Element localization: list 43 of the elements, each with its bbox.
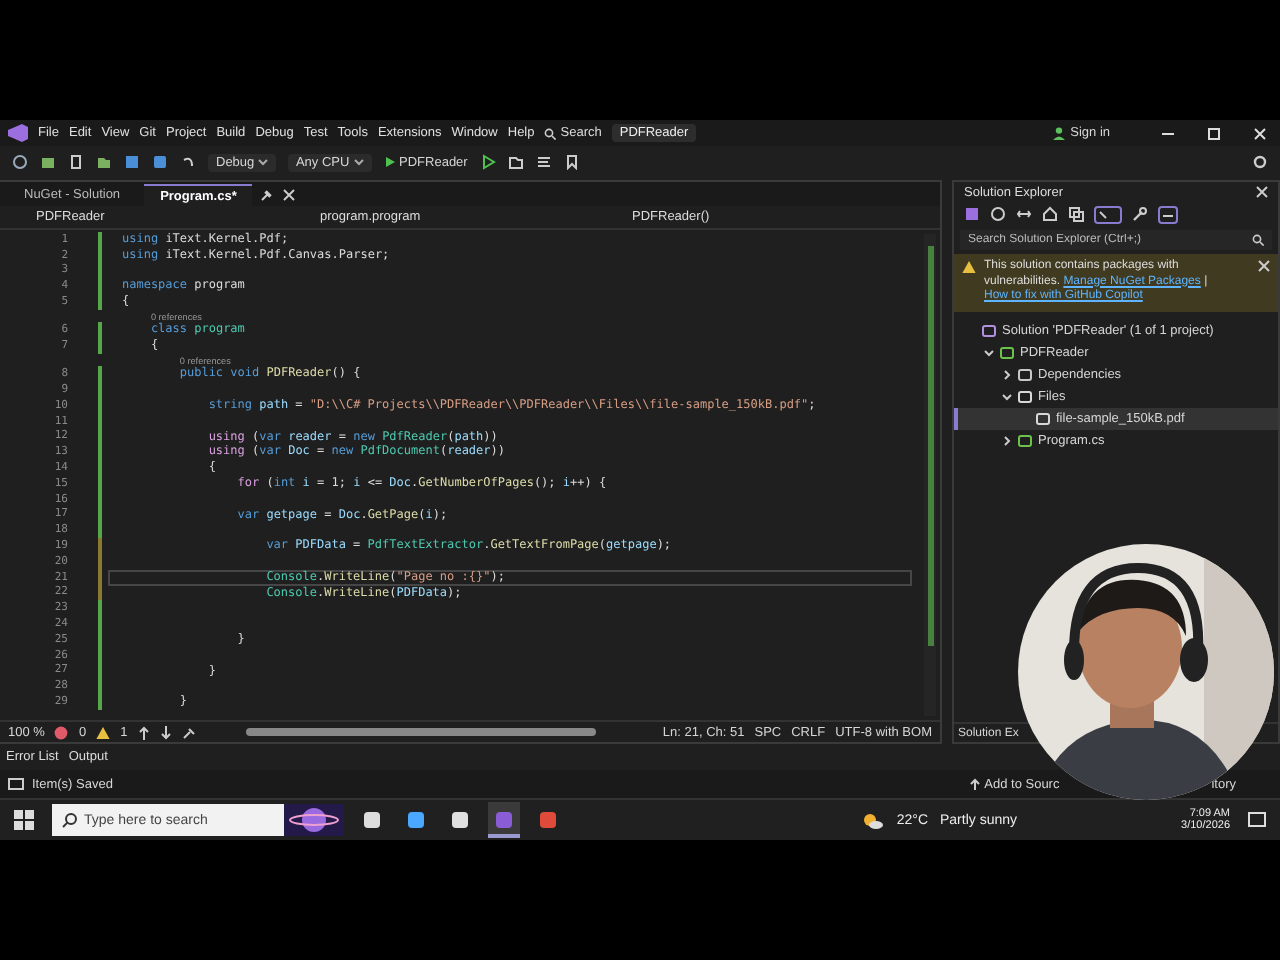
chevron-icon[interactable] bbox=[984, 347, 994, 357]
weather-icon bbox=[862, 811, 885, 829]
maximize-icon[interactable] bbox=[1206, 125, 1222, 141]
file-icon[interactable] bbox=[68, 154, 84, 170]
error-icon bbox=[54, 725, 69, 739]
folder-icon[interactable] bbox=[507, 154, 524, 170]
up-arrow-icon[interactable] bbox=[137, 725, 150, 739]
sync-icon[interactable] bbox=[1016, 206, 1032, 222]
app-icon bbox=[494, 810, 514, 830]
warning-icon bbox=[962, 260, 976, 274]
chevron-icon[interactable] bbox=[1002, 369, 1012, 379]
scrollbar[interactable] bbox=[245, 728, 596, 736]
bookmark-icon[interactable] bbox=[563, 154, 580, 170]
copy-icon[interactable] bbox=[1068, 206, 1084, 222]
close-icon[interactable] bbox=[1258, 260, 1270, 272]
open-folder-icon[interactable] bbox=[96, 154, 112, 170]
notification-icon[interactable] bbox=[1248, 811, 1266, 829]
caret-icon bbox=[257, 157, 268, 165]
scrollbar[interactable] bbox=[924, 234, 936, 716]
close-icon[interactable] bbox=[1256, 186, 1268, 198]
caret-icon bbox=[353, 157, 364, 165]
home-icon[interactable] bbox=[1042, 206, 1058, 222]
user-icon bbox=[1052, 126, 1067, 140]
start-icon[interactable] bbox=[14, 810, 34, 830]
search-icon[interactable] bbox=[1252, 234, 1264, 246]
app-icon bbox=[406, 810, 426, 830]
up-arrow-icon bbox=[970, 778, 981, 790]
logo-icon bbox=[8, 124, 28, 142]
pin-icon[interactable] bbox=[260, 188, 275, 202]
message-icon bbox=[8, 777, 24, 791]
app-icon bbox=[450, 810, 470, 830]
play-icon bbox=[383, 156, 396, 168]
planet-icon bbox=[284, 804, 344, 836]
close-icon[interactable] bbox=[1252, 125, 1268, 141]
warning-icon bbox=[96, 725, 111, 739]
search-icon bbox=[544, 127, 557, 139]
chevron-icon[interactable] bbox=[1002, 435, 1012, 445]
down-arrow-icon[interactable] bbox=[159, 725, 172, 739]
play-icon[interactable] bbox=[479, 154, 496, 170]
app-icon bbox=[362, 810, 382, 830]
chevron-icon[interactable] bbox=[1002, 391, 1012, 401]
close-icon[interactable] bbox=[282, 188, 297, 202]
app-icon bbox=[538, 810, 558, 830]
